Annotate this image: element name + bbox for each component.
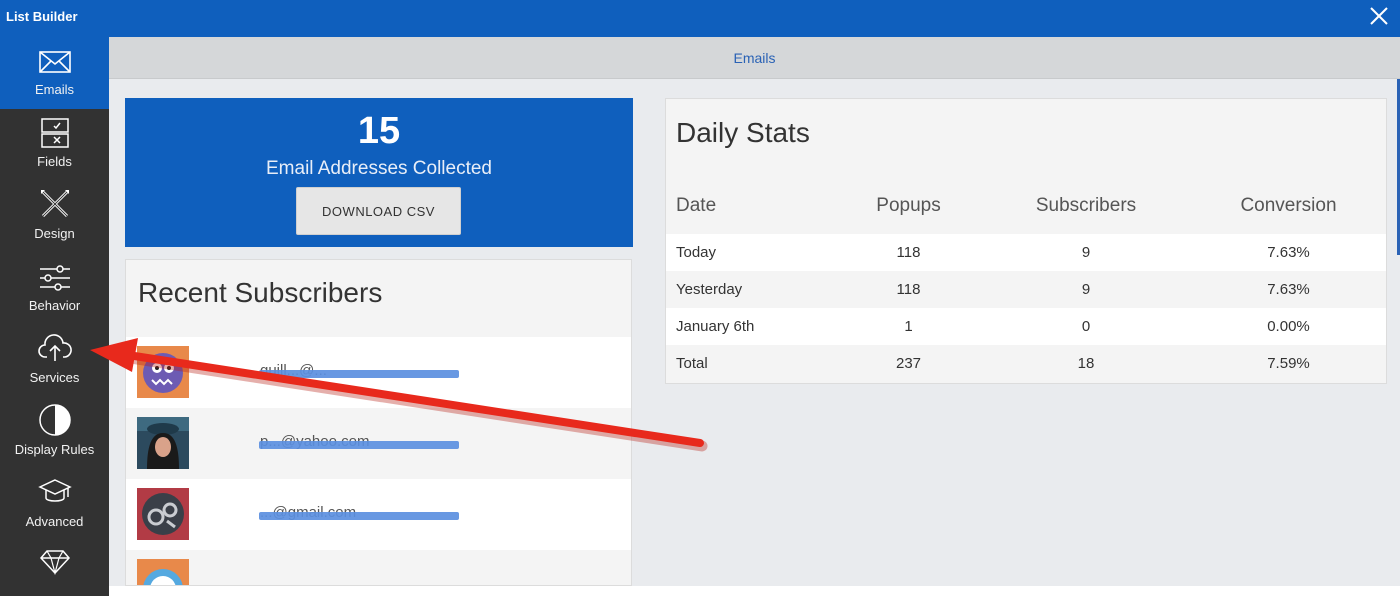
redaction-bar (259, 512, 459, 520)
crossed-pencils-icon (40, 190, 69, 218)
cell-subscribers: 0 (981, 308, 1191, 345)
redaction-bar (259, 441, 459, 449)
daily-stats-panel: Daily Stats Date Popups Subscribers Conv… (665, 98, 1387, 384)
table-row: January 6th 1 0 0.00% (666, 308, 1386, 345)
list-item[interactable] (126, 550, 631, 585)
section-title: Emails (733, 50, 776, 66)
diamond-icon (39, 550, 70, 575)
table-row: Total 237 18 7.59% (666, 345, 1386, 382)
monster-avatar (137, 346, 189, 398)
list-item[interactable]: guill...@... (126, 337, 631, 408)
sidebar-item-label: Advanced (25, 514, 84, 529)
cell-date: Today (666, 234, 836, 271)
cell-conversion: 7.59% (1191, 345, 1386, 382)
cell-conversion: 7.63% (1191, 234, 1386, 271)
gear-avatar (137, 488, 189, 540)
emails-collected-panel: 15 Email Addresses Collected DOWNLOAD CS… (125, 98, 633, 247)
cell-popups: 1 (836, 308, 981, 345)
cell-date: Yesterday (666, 271, 836, 308)
sidebar-item-services[interactable]: Services (0, 325, 109, 397)
daily-stats-heading: Daily Stats (676, 117, 810, 148)
recent-subscribers-heading: Recent Subscribers (138, 277, 383, 308)
window-title: List Builder (6, 9, 78, 24)
main-content: Emails 15 Email Addresses Collected DOWN… (109, 37, 1400, 586)
sidebar-item-fields[interactable]: Fields (0, 109, 109, 181)
graduation-cap-icon (37, 479, 72, 502)
list-item[interactable]: p...@yahoo.com (126, 408, 631, 479)
cell-subscribers: 9 (981, 234, 1191, 271)
checkbox-form-icon (40, 118, 69, 148)
sidebar-item-label: Emails (34, 82, 74, 97)
sliders-icon (39, 265, 70, 291)
daily-stats-table: Date Popups Subscribers Conversion Today… (666, 177, 1386, 382)
redaction-bar (259, 370, 459, 378)
emails-collected-caption: Email Addresses Collected (266, 158, 492, 179)
sidebar-item-label: Fields (37, 154, 72, 169)
cell-subscribers: 18 (981, 345, 1191, 382)
cell-subscribers: 9 (981, 271, 1191, 308)
half-circle-icon (38, 404, 71, 436)
cell-popups: 118 (836, 271, 981, 308)
recent-subscribers-panel: Recent Subscribers guill...@... p...@yah… (125, 259, 632, 586)
emails-collected-count: 15 (357, 110, 401, 152)
column-header-conversion: Conversion (1191, 177, 1386, 234)
cell-popups: 237 (836, 345, 981, 382)
sidebar-item-label: Services (29, 370, 80, 385)
close-icon[interactable] (1366, 3, 1392, 29)
list-item[interactable]: ...@gmail.com (126, 479, 631, 550)
cloud-upload-icon (37, 334, 72, 361)
sidebar-item-label: Display Rules (14, 442, 95, 457)
monster-avatar (137, 559, 189, 585)
sidebar-item-premium[interactable] (0, 541, 109, 596)
title-bar: List Builder (0, 0, 1400, 37)
sidebar: Emails Fields Design Behavior Services D… (0, 37, 109, 596)
column-header-date: Date (666, 177, 836, 234)
column-header-popups: Popups (836, 177, 981, 234)
sidebar-item-advanced[interactable]: Advanced (0, 469, 109, 541)
table-row: Yesterday 118 9 7.63% (666, 271, 1386, 308)
sidebar-item-emails[interactable]: Emails (0, 37, 109, 109)
cell-conversion: 0.00% (1191, 308, 1386, 345)
section-header: Emails (109, 37, 1400, 79)
photo-avatar (137, 417, 189, 469)
sidebar-item-design[interactable]: Design (0, 181, 109, 253)
table-row: Today 118 9 7.63% (666, 234, 1386, 271)
cell-popups: 118 (836, 234, 981, 271)
cell-conversion: 7.63% (1191, 271, 1386, 308)
cell-date: Total (666, 345, 836, 382)
sidebar-item-label: Behavior (28, 298, 81, 313)
cell-date: January 6th (666, 308, 836, 345)
sidebar-item-behavior[interactable]: Behavior (0, 253, 109, 325)
sidebar-item-display-rules[interactable]: Display Rules (0, 397, 109, 469)
envelope-icon (38, 51, 71, 73)
sidebar-item-label: Design (34, 226, 75, 241)
download-csv-button[interactable]: DOWNLOAD CSV (296, 187, 461, 235)
column-header-subscribers: Subscribers (981, 177, 1191, 234)
